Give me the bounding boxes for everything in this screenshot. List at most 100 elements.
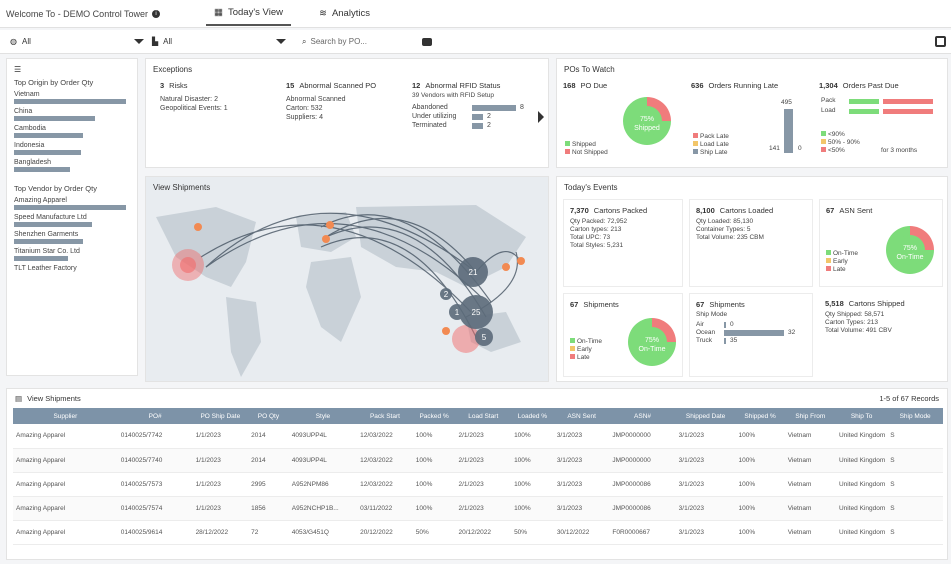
ship-mode-label: Shipments (709, 300, 745, 309)
table-cell: United Kingdom (835, 520, 888, 545)
location-pin-icon[interactable] (322, 235, 330, 243)
column-header[interactable]: PO Ship Date (192, 408, 249, 424)
risks-card[interactable]: 3 Risks Natural Disaster: 2 Geopolitical … (160, 81, 280, 113)
list-item-bar[interactable] (14, 133, 84, 138)
list-item-bar[interactable] (14, 116, 95, 121)
list-item-bar[interactable] (14, 256, 68, 261)
shipped-line: Carton Types: 213 (825, 319, 878, 326)
chevron-right-icon[interactable] (538, 111, 544, 123)
tab-today[interactable]: ▦ Today's View (206, 1, 291, 26)
table-cell: JMP0000086 (609, 472, 676, 497)
table-row[interactable]: Amazing Apparel 0140025/9614 28/12/2022 72 4… (13, 520, 943, 545)
table-cell: 0140025/7574 (117, 496, 193, 521)
table-row[interactable]: Amazing Apparel 0140025/7742 1/1/2023 2014 4… (13, 424, 943, 449)
scanned-line: Carton: 532 (286, 105, 323, 112)
column-header[interactable]: Load Start (455, 408, 512, 424)
location-pin-icon[interactable] (502, 263, 510, 271)
table-row[interactable]: Amazing Apparel 0140025/7740 1/1/2023 2014 4… (13, 448, 943, 473)
search-input[interactable]: ⌕ Search by PO... (302, 37, 432, 47)
column-header[interactable]: PO# (117, 408, 193, 424)
rfid-row[interactable]: Abandoned 8 (412, 103, 536, 112)
list-item-bar[interactable] (14, 222, 93, 227)
donut-pct: 75% (645, 337, 659, 344)
column-header[interactable]: Ship To (835, 408, 888, 424)
app-title: Welcome To - DEMO Control Tower i (6, 9, 206, 19)
table-cell: 100% (511, 448, 554, 473)
orders-past-due-card[interactable]: 1,304 Orders Past Due Pack Load <90% 50% … (819, 81, 943, 163)
column-header[interactable]: Ship From (784, 408, 836, 424)
packed-line: Total UPC: 73 (570, 234, 611, 241)
vendor-filter[interactable]: ▙ All (152, 37, 294, 46)
location-pin-icon[interactable] (326, 221, 334, 229)
column-header[interactable]: Style (288, 408, 358, 424)
list-item-bar[interactable] (14, 167, 70, 172)
table-cell: 3/1/2023 (675, 448, 736, 473)
legend-label: On-Time (833, 250, 859, 257)
export-icon[interactable] (935, 36, 946, 47)
tab-analytics[interactable]: ≋ Analytics (311, 2, 378, 25)
location-pin-icon[interactable] (442, 327, 450, 335)
scanned-card[interactable]: 15 Abnormal Scanned PO Abnormal Scanned C… (286, 81, 401, 122)
column-header[interactable]: ASN# (609, 408, 676, 424)
list-item-bar[interactable] (14, 239, 84, 244)
table-cell: 1/1/2023 (192, 448, 249, 473)
list-item-label: Vietnam (14, 91, 40, 98)
shipments-map[interactable]: View Shipments 21 2 1 25 5 (145, 176, 549, 382)
list-item-bar[interactable] (14, 99, 126, 104)
bar-segment (849, 98, 879, 104)
asn-sent-card[interactable]: 67 ASN Sent 75% On-Time On-Time Early Lat… (819, 199, 943, 287)
po-due-card[interactable]: 168 PO Due 75% Shipped Shipped Not Shippe… (563, 81, 681, 163)
vendor-list: Top Vendor by Order Qty Amazing Apparel S… (7, 180, 137, 286)
table-cell: 100% (511, 472, 554, 497)
info-icon[interactable]: i (152, 9, 161, 18)
clear-icon[interactable] (422, 37, 432, 46)
rfid-row[interactable]: Terminated 2 (412, 121, 536, 130)
ship-mode-row[interactable]: Truck 35 (696, 337, 806, 345)
top-bar: Welcome To - DEMO Control Tower i ▦ Toda… (0, 0, 951, 28)
column-header[interactable]: Shipped % (735, 408, 785, 424)
column-header[interactable]: Packed % (412, 408, 456, 424)
column-header[interactable]: ASN Sent (553, 408, 610, 424)
shipments-donut[interactable]: 75% On-Time (624, 314, 680, 370)
cartons-shipped-card[interactable]: 5,518 Cartons Shipped Qty Shipped: 58,571… (819, 293, 943, 377)
rfid-row[interactable]: Under utilizing 2 (412, 112, 536, 121)
pos-title: POs To Watch (564, 65, 615, 74)
table-cell: 50% (511, 520, 554, 545)
ship-mode-row[interactable]: Ocean 32 (696, 329, 806, 337)
ship-mode-row-value: 0 (730, 321, 734, 328)
column-header[interactable]: Loaded % (511, 408, 554, 424)
table-row[interactable]: Amazing Apparel 0140025/7574 1/1/2023 1856 A… (13, 496, 943, 521)
ship-mode-card[interactable]: 67 Shipments Ship Mode Air 0 Ocean 32 Truck 35 (689, 293, 813, 377)
cartons-packed-card[interactable]: 7,370 Cartons Packed Qty Packed: 72,952 C… (563, 199, 683, 287)
asn-donut[interactable]: 75% On-Time (882, 222, 938, 278)
table-icon: ▤ (15, 394, 23, 403)
origin-filter[interactable]: ◍ All (10, 37, 152, 46)
world-map[interactable]: 21 2 1 25 5 (146, 177, 549, 382)
donut-pct: 75% (903, 245, 917, 252)
list-item-label: Amazing Apparel (14, 197, 67, 204)
table-cell: 0140025/7740 (117, 448, 193, 473)
chevron-down-icon[interactable] (276, 39, 286, 44)
orders-late-card[interactable]: 636 Orders Running Late 495 141 0 Pack La… (691, 81, 809, 163)
location-pin-icon[interactable] (194, 223, 202, 231)
list-item-bar[interactable] (14, 150, 82, 155)
legend-label: 50% - 90% (828, 139, 860, 146)
table-cell: 100% (735, 496, 785, 521)
column-header[interactable]: Ship Mode (887, 408, 943, 424)
chevron-down-icon[interactable] (134, 39, 144, 44)
cartons-loaded-card[interactable]: 8,100 Cartons Loaded Qty Loaded: 85,130 C… (689, 199, 813, 287)
po-due-donut[interactable]: 75% Shipped (619, 93, 675, 149)
column-header[interactable]: Pack Start (357, 408, 413, 424)
ship-mode-row[interactable]: Air 0 (696, 321, 806, 329)
column-header[interactable]: PO Qty (248, 408, 289, 424)
list-item-bar[interactable] (14, 205, 126, 210)
shipments-card[interactable]: 67 Shipments 75% On-Time On-Time Early La… (563, 293, 683, 377)
location-pin-icon[interactable] (517, 257, 525, 265)
ship-mode-row-value: 35 (730, 337, 738, 344)
column-header[interactable]: Supplier (13, 408, 118, 424)
column-header[interactable]: Shipped Date (675, 408, 736, 424)
rfid-card[interactable]: 12 Abnormal RFID Status 39 Vendors with R… (412, 81, 536, 130)
table-row[interactable]: Amazing Apparel 0140025/7573 1/1/2023 2995 A… (13, 472, 943, 497)
table-cell: 4093UPP4L (288, 424, 358, 449)
table-cell: 3/1/2023 (675, 472, 736, 497)
